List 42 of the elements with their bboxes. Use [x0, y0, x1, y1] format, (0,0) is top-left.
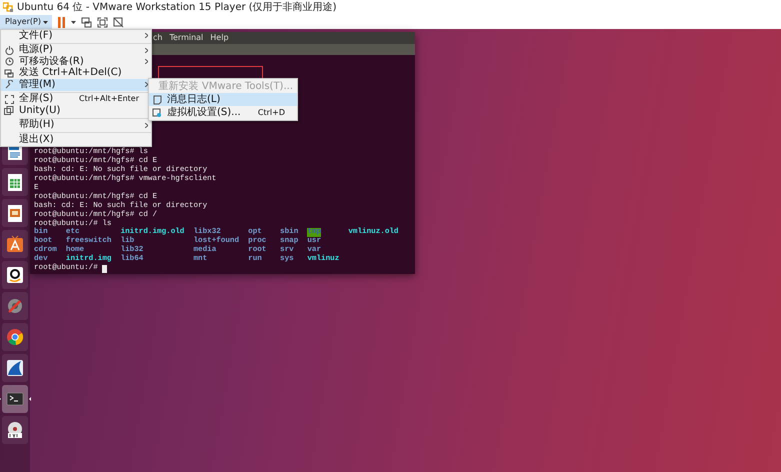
- app-logo-icon: [3, 2, 14, 13]
- menu-item[interactable]: 管理(M): [1, 79, 151, 90]
- menu-item[interactable]: Help: [210, 33, 229, 43]
- menu-item[interactable]: ch: [153, 33, 162, 43]
- spreadsheet-icon[interactable]: [2, 168, 28, 196]
- menu-item[interactable]: 电源(P): [1, 44, 151, 56]
- menu-item[interactable]: Unity(U): [1, 105, 151, 116]
- settings-icon: [152, 108, 162, 118]
- menu-item[interactable]: 退出(X): [1, 134, 151, 146]
- windows-icon: [4, 106, 14, 116]
- terminal-icon[interactable]: [2, 385, 28, 413]
- player-menu-button[interactable]: Player(P): [0, 15, 52, 29]
- menu-item[interactable]: Terminal: [169, 33, 204, 43]
- menu-item: 重新安装 VMware Tools(T)...: [149, 80, 297, 93]
- note-icon: [152, 94, 162, 104]
- caret-icon: [42, 20, 48, 24]
- power-icon: [4, 46, 14, 55]
- fin-icon[interactable]: [2, 354, 28, 382]
- menu-item[interactable]: 虚拟机设置(S)... Ctrl+D: [149, 106, 297, 119]
- clock-icon: [4, 57, 14, 66]
- dropdown-caret-icon[interactable]: [70, 20, 76, 24]
- shopping-bag-icon[interactable]: [2, 230, 28, 258]
- menu-item[interactable]: 可移动设备(R): [1, 56, 151, 68]
- wrench-icon: [4, 80, 14, 90]
- window-title: Ubuntu 64 位 - VMware Workstation 15 Player (仅用于非商业用途): [17, 2, 337, 14]
- menu-item[interactable]: 消息日志(L): [149, 93, 297, 106]
- pause-button[interactable]: [56, 16, 66, 28]
- menu-item[interactable]: 文件(F): [1, 30, 151, 42]
- shortcut-text: Ctrl+Alt+Enter: [79, 93, 140, 106]
- unity-icon[interactable]: [112, 16, 124, 28]
- amazon-icon[interactable]: [2, 261, 28, 289]
- menu-item[interactable]: 全屏(S) Ctrl+Alt+Enter: [1, 94, 151, 105]
- menu-item[interactable]: 发送 Ctrl+Alt+Del(C): [1, 68, 151, 79]
- menu-item[interactable]: 帮助(H): [1, 120, 151, 131]
- text-cursor: [102, 264, 107, 273]
- shortcut-text: Ctrl+D: [258, 106, 286, 118]
- chrome-icon[interactable]: [2, 323, 28, 351]
- presentation-icon[interactable]: [2, 199, 28, 227]
- fullscreen-icon[interactable]: [96, 16, 108, 28]
- keyboard-icon: [4, 68, 14, 78]
- send-keys-icon[interactable]: [80, 16, 92, 28]
- fullscreen-icon: [4, 94, 14, 104]
